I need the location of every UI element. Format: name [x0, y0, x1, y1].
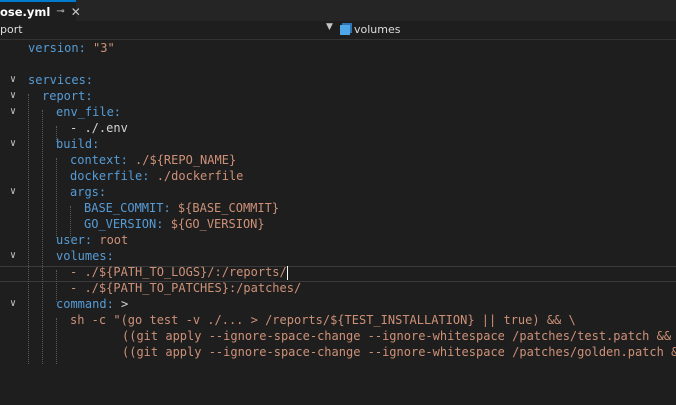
code-line[interactable]: GO_VERSION: ${GO_VERSION} — [0, 216, 265, 232]
code-line[interactable]: BASE_COMMIT: ${BASE_COMMIT} — [0, 200, 279, 216]
code-line[interactable]: ∨ report: — [0, 88, 93, 104]
code-line[interactable]: ∨ volumes: — [0, 248, 114, 264]
code-line[interactable]: ∨ services: — [0, 72, 93, 88]
code-line[interactable]: dockerfile: ./dockerfile — [0, 168, 243, 184]
tab-docker-compose[interactable]: ose.yml ⊸ ✕ — [0, 0, 81, 21]
text-cursor — [286, 265, 288, 280]
chevron-down-icon[interactable]: ∨ — [7, 88, 19, 104]
code-line[interactable]: ((git apply --ignore-space-change --igno… — [0, 344, 676, 360]
code-line[interactable]: sh -c "(go test -v ./... > /reports/${TE… — [0, 312, 576, 328]
code-line[interactable]: user: root — [0, 232, 128, 248]
chevron-down-icon[interactable]: ∨ — [7, 136, 19, 152]
chevron-down-icon[interactable]: ∨ — [7, 296, 19, 312]
code-line[interactable]: context: ./${REPO_NAME} — [0, 152, 236, 168]
chevron-down-icon[interactable]: ∨ — [7, 72, 19, 88]
close-icon[interactable]: ✕ — [71, 5, 81, 19]
member-dropdown[interactable]: volumes — [340, 23, 400, 36]
scope-dropdown[interactable]: port — [0, 23, 23, 36]
indent-guide — [56, 318, 57, 364]
code-line[interactable]: ((git apply --ignore-space-change --igno… — [0, 328, 671, 344]
chevron-down-icon[interactable]: ∨ — [7, 184, 19, 200]
chevron-down-icon[interactable]: ▼ — [326, 22, 333, 32]
indent-guide — [42, 110, 43, 364]
cube-icon — [340, 24, 350, 35]
code-line[interactable]: ∨ build: — [0, 136, 99, 152]
code-line[interactable]: ∨ env_file: — [0, 104, 121, 120]
member-dropdown-label: volumes — [354, 23, 401, 36]
code-line[interactable]: ∨ command: > — [0, 296, 128, 312]
tab-label: ose.yml — [0, 4, 51, 19]
code-line[interactable]: version: "3" — [0, 40, 115, 56]
code-editor[interactable]: version: "3" ∨ services: ∨ report: ∨ env… — [0, 40, 676, 405]
pin-icon[interactable]: ⊸ — [56, 6, 64, 17]
chevron-down-icon[interactable]: ∨ — [7, 104, 19, 120]
code-line[interactable]: - ./${PATH_TO_PATCHES}:/patches/ — [0, 280, 301, 296]
tab-strip: ose.yml ⊸ ✕ — [0, 0, 676, 22]
code-line-current[interactable]: - ./${PATH_TO_LOGS}/:/reports/ — [0, 264, 288, 280]
navigation-bar: port ▼ volumes — [0, 21, 676, 40]
code-line[interactable]: ∨ args: — [0, 184, 106, 200]
code-line[interactable]: - ./.env — [0, 120, 128, 136]
indent-guide — [56, 158, 57, 238]
chevron-down-icon[interactable]: ∨ — [7, 248, 19, 264]
